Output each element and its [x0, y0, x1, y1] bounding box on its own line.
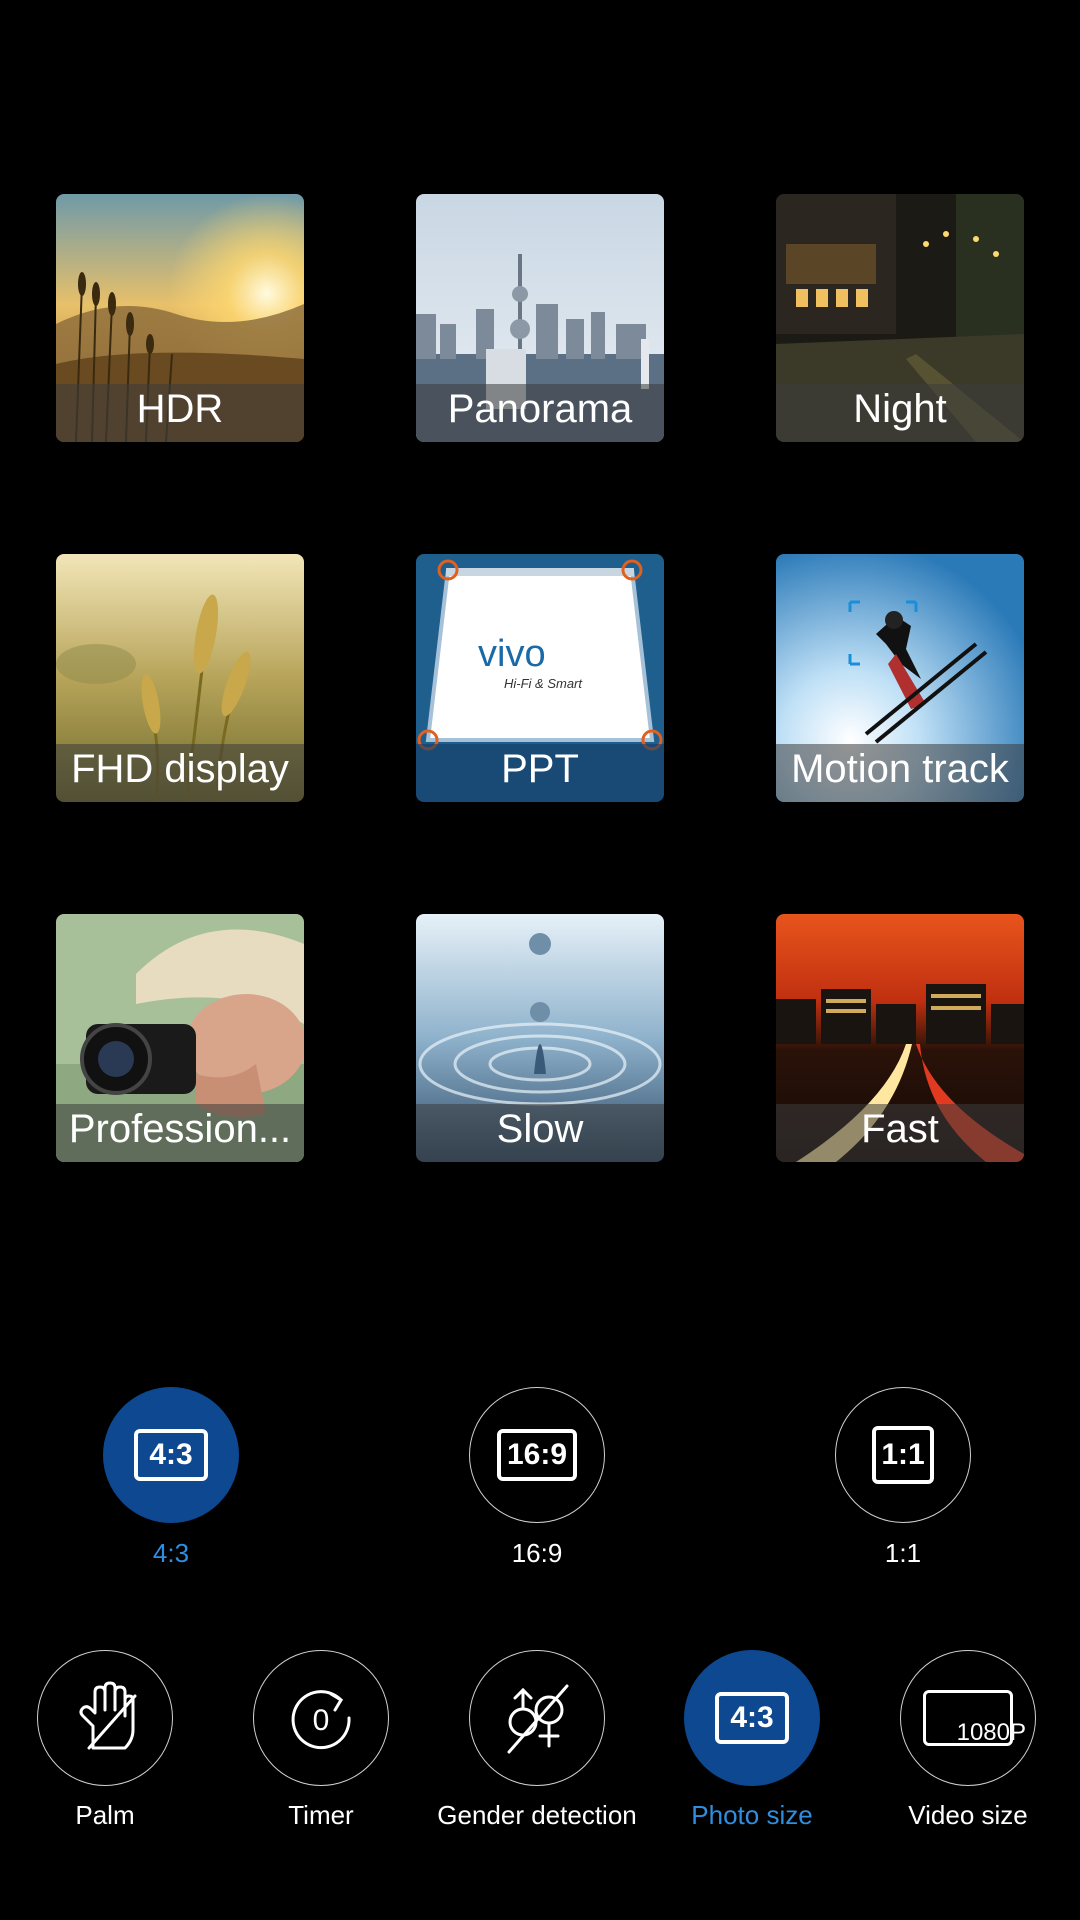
mode-tile-slow[interactable]: Slow [416, 914, 664, 1162]
vivo-logo-text: vivo [478, 633, 546, 675]
ratio-1-1-label: 1:1 [884, 1538, 922, 1568]
mode-tile-motion-track[interactable]: Motion track [776, 554, 1024, 802]
timer-label: Timer [288, 1800, 354, 1830]
timer-icon: 0 [291, 1690, 351, 1750]
mode-label: Panorama [447, 387, 633, 431]
video-size-icon: 1080P [923, 1690, 1026, 1746]
photo-size-button[interactable]: 4:3 [684, 1650, 820, 1786]
mode-tile-panorama[interactable]: Panorama [416, 194, 664, 442]
mode-label: Motion track [791, 747, 1009, 791]
photo-size-icon: 4:3 [715, 1692, 789, 1744]
gender-detection-icon [507, 1684, 569, 1754]
mode-tile-ppt[interactable]: vivo Hi-Fi & Smart PPT [416, 554, 664, 802]
ratio-16-9-label: 16:9 [511, 1538, 563, 1568]
ratio-4-3-label: 4:3 [152, 1538, 190, 1568]
ratio-1-1-icon: 1:1 [872, 1426, 934, 1484]
mode-tile-fhd-display[interactable]: FHD display [56, 554, 304, 802]
palm-icon [79, 1681, 137, 1750]
mode-label: HDR [136, 387, 224, 431]
video-size-label: Video size [908, 1800, 1028, 1830]
mode-label: Fast [861, 1107, 939, 1151]
timer-button[interactable]: 0 [253, 1650, 389, 1786]
palm-label: Palm [75, 1800, 135, 1830]
svg-text:0: 0 [313, 1704, 330, 1737]
mode-tile-night[interactable]: Night [776, 194, 1024, 442]
ratio-16-9-icon: 16:9 [497, 1429, 577, 1481]
video-size-button[interactable]: 1080P [900, 1650, 1036, 1786]
mode-tile-hdr[interactable]: HDR [56, 194, 304, 442]
mode-label: Profession... [68, 1107, 292, 1151]
gender-detection-button[interactable] [469, 1650, 605, 1786]
photo-size-label: Photo size [691, 1800, 813, 1830]
ratio-16-9-button[interactable]: 16:9 [469, 1387, 605, 1523]
mode-tile-fast[interactable]: Fast [776, 914, 1024, 1162]
ratio-1-1-button[interactable]: 1:1 [835, 1387, 971, 1523]
mode-tile-professional[interactable]: Profession... [56, 914, 304, 1162]
vivo-logo-subtitle: Hi-Fi & Smart [504, 676, 583, 691]
mode-label: Night [853, 387, 947, 431]
mode-label: Slow [496, 1107, 584, 1151]
ratio-4-3-icon: 4:3 [134, 1429, 208, 1481]
mode-label: FHD display [71, 747, 289, 791]
ratio-4-3-button[interactable]: 4:3 [103, 1387, 239, 1523]
palm-button[interactable] [37, 1650, 173, 1786]
gender-detection-label: Gender detection [437, 1800, 637, 1830]
mode-label: PPT [501, 747, 579, 791]
